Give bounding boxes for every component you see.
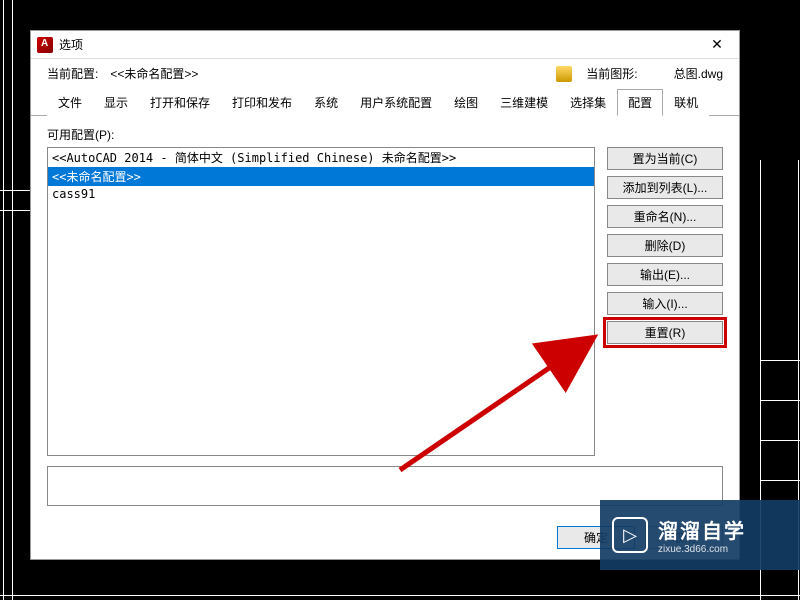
tab-联机[interactable]: 联机 xyxy=(663,89,709,116)
current-profile-value: <<未命名配置>> xyxy=(110,65,198,82)
profile-list-item[interactable]: <<AutoCAD 2014 - 简体中文 (Simplified Chines… xyxy=(48,148,594,167)
cad-line xyxy=(12,0,13,600)
current-profile-label: 当前配置: xyxy=(47,65,98,82)
available-profiles-label: 可用配置(P): xyxy=(47,126,723,143)
titlebar: 选项 ✕ xyxy=(31,31,739,59)
tab-文件[interactable]: 文件 xyxy=(47,89,93,116)
cad-line xyxy=(760,360,800,361)
profile-list-item[interactable]: <<未命名配置>> xyxy=(48,167,594,186)
cad-line xyxy=(3,0,4,600)
profile-buttons-column: 置为当前(C) 添加到列表(L)... 重命名(N)... 删除(D) 输出(E… xyxy=(607,147,723,456)
tab-打开和保存[interactable]: 打开和保存 xyxy=(139,89,221,116)
close-button[interactable]: ✕ xyxy=(701,34,733,56)
rename-button[interactable]: 重命名(N)... xyxy=(607,205,723,228)
autocad-icon xyxy=(37,37,53,53)
profile-list-item[interactable]: cass91 xyxy=(48,186,594,202)
current-drawing-value: 总图.dwg xyxy=(674,65,723,82)
cad-line xyxy=(0,595,800,596)
tab-用户系统配置[interactable]: 用户系统配置 xyxy=(349,89,443,116)
delete-button[interactable]: 删除(D) xyxy=(607,234,723,257)
set-current-button[interactable]: 置为当前(C) xyxy=(607,147,723,170)
tab-绘图[interactable]: 绘图 xyxy=(443,89,489,116)
drawing-icon xyxy=(556,66,572,82)
cad-line xyxy=(760,440,800,441)
tab-选择集[interactable]: 选择集 xyxy=(559,89,617,116)
watermark-sub: zixue.3d66.com xyxy=(658,544,746,555)
tab-打印和发布[interactable]: 打印和发布 xyxy=(221,89,303,116)
dialog-title: 选项 xyxy=(59,36,701,53)
options-dialog: 选项 ✕ 当前配置: <<未命名配置>> 当前图形: 总图.dwg 文件显示打开… xyxy=(30,30,740,560)
export-button[interactable]: 输出(E)... xyxy=(607,263,723,286)
tab-三维建模[interactable]: 三维建模 xyxy=(489,89,559,116)
play-icon: ▷ xyxy=(612,517,648,553)
profile-info-row: 当前配置: <<未命名配置>> 当前图形: 总图.dwg xyxy=(31,59,739,88)
tab-content-profiles: 可用配置(P): <<AutoCAD 2014 - 简体中文 (Simplifi… xyxy=(31,116,739,516)
watermark: ▷ 溜溜自学 zixue.3d66.com xyxy=(600,500,800,570)
cad-line xyxy=(0,210,30,211)
reset-button[interactable]: 重置(R) xyxy=(607,321,723,344)
tab-配置[interactable]: 配置 xyxy=(617,89,663,116)
cad-line xyxy=(760,400,800,401)
tab-bar: 文件显示打开和保存打印和发布系统用户系统配置绘图三维建模选择集配置联机 xyxy=(31,88,739,116)
watermark-title: 溜溜自学 xyxy=(658,515,746,544)
cad-line xyxy=(760,480,800,481)
current-drawing-label: 当前图形: xyxy=(586,65,637,82)
cad-line xyxy=(0,190,30,191)
import-button[interactable]: 输入(I)... xyxy=(607,292,723,315)
add-to-list-button[interactable]: 添加到列表(L)... xyxy=(607,176,723,199)
tab-系统[interactable]: 系统 xyxy=(303,89,349,116)
tab-显示[interactable]: 显示 xyxy=(93,89,139,116)
profiles-listbox[interactable]: <<AutoCAD 2014 - 简体中文 (Simplified Chines… xyxy=(47,147,595,456)
